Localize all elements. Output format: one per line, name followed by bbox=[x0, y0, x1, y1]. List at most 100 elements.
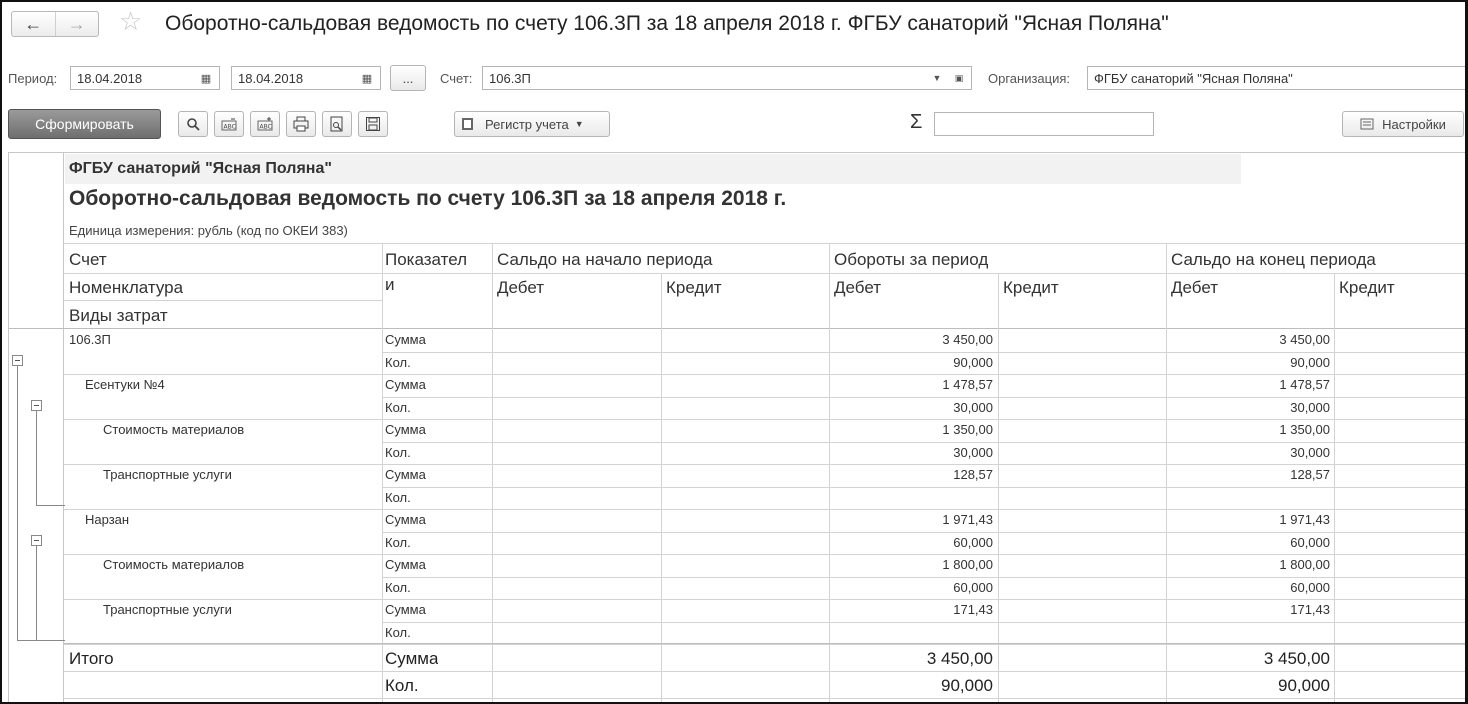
header-opening-balance: Сальдо на начало периода bbox=[497, 250, 713, 269]
col-sep-7 bbox=[1334, 273, 1335, 702]
row-turnover-debit-sum: 128,57 bbox=[953, 467, 993, 482]
row-divider bbox=[64, 464, 1465, 465]
save-button[interactable] bbox=[358, 111, 388, 137]
favorite-star-icon[interactable]: ☆ bbox=[119, 8, 142, 34]
window-title: Оборотно-сальдовая ведомость по счету 10… bbox=[165, 12, 1169, 35]
org-field[interactable]: ФГБУ санаторий "Ясная Поляна" bbox=[1087, 66, 1465, 90]
row-turnover-debit-sum: 1 800,00 bbox=[942, 557, 993, 572]
row-divider-inner bbox=[382, 397, 1465, 398]
account-field[interactable]: 106.3П bbox=[482, 66, 972, 90]
settings-button[interactable]: Настройки bbox=[1342, 111, 1464, 137]
header-indicator: Показател bbox=[385, 250, 468, 269]
arrow-right-icon: → bbox=[67, 13, 86, 34]
col-sep-1 bbox=[382, 243, 383, 702]
row-sum-label: Сумма bbox=[385, 557, 426, 572]
row-closing-debit-qty: 90,000 bbox=[1290, 355, 1330, 370]
generate-button[interactable]: Сформировать bbox=[8, 109, 161, 139]
settings-label: Настройки bbox=[1382, 116, 1446, 132]
tree-collapse-group1-icon[interactable] bbox=[31, 400, 42, 411]
row-turnover-debit-qty: 90,000 bbox=[953, 355, 993, 370]
tree-collapse-group2-icon[interactable] bbox=[31, 535, 42, 546]
calendar-to-icon[interactable]: ▦ bbox=[356, 67, 378, 89]
row-name[interactable]: Стоимость материалов bbox=[103, 422, 244, 437]
header-line-bottom bbox=[9, 328, 1465, 329]
row-turnover-debit-sum: 171,43 bbox=[953, 602, 993, 617]
expand-groups-button[interactable]: ABC bbox=[250, 111, 280, 137]
row-turnover-debit-qty: 30,000 bbox=[953, 445, 993, 460]
tree-line-root bbox=[17, 366, 18, 641]
header-opening-debit: Дебет bbox=[497, 278, 544, 297]
org-value: ФГБУ санаторий "Ясная Поляна" bbox=[1094, 71, 1293, 86]
row-name[interactable]: 106.3П bbox=[69, 332, 111, 347]
row-closing-debit-qty: 60,000 bbox=[1290, 580, 1330, 595]
row-sum-label: Сумма bbox=[385, 512, 426, 527]
row-sum-label: Сумма bbox=[385, 467, 426, 482]
tree-line-group1 bbox=[36, 411, 37, 506]
title-bar: ← → ☆ Оборотно-сальдовая ведомость по сч… bbox=[2, 2, 1465, 52]
expand-abc-icon: ABC bbox=[257, 117, 273, 131]
row-closing-debit-qty: 30,000 bbox=[1290, 400, 1330, 415]
header-closing-balance: Сальдо на конец периода bbox=[1171, 250, 1376, 269]
total-label: Итого bbox=[69, 649, 114, 668]
row-divider-inner bbox=[382, 532, 1465, 533]
tree-line-root-end bbox=[17, 640, 65, 641]
row-divider-inner bbox=[382, 622, 1465, 623]
collapse-groups-button[interactable]: ABC bbox=[214, 111, 244, 137]
total-line-top bbox=[64, 643, 1465, 644]
row-divider-inner bbox=[382, 577, 1465, 578]
row-name[interactable]: Стоимость материалов bbox=[103, 557, 244, 572]
total-line-bottom bbox=[64, 698, 1465, 699]
generate-label: Сформировать bbox=[35, 116, 134, 132]
search-button[interactable] bbox=[178, 111, 208, 137]
row-turnover-debit-sum: 1 350,00 bbox=[942, 422, 993, 437]
col-sep-5 bbox=[998, 273, 999, 702]
arrow-left-icon: ← bbox=[24, 13, 43, 34]
col-sep-6 bbox=[1166, 243, 1167, 702]
sum-field[interactable] bbox=[934, 112, 1154, 136]
account-value: 106.3П bbox=[489, 71, 531, 86]
forward-button[interactable]: → bbox=[54, 12, 99, 36]
row-name[interactable]: Нарзан bbox=[85, 512, 129, 527]
calendar-from-icon[interactable]: ▦ bbox=[195, 67, 217, 89]
period-select-button[interactable]: ... bbox=[390, 65, 426, 91]
row-turnover-debit-qty: 60,000 bbox=[953, 535, 993, 550]
preview-button[interactable] bbox=[322, 111, 352, 137]
row-qty-label: Кол. bbox=[385, 400, 411, 415]
row-closing-debit-qty: 30,000 bbox=[1290, 445, 1330, 460]
print-button[interactable] bbox=[286, 111, 316, 137]
tree-line-group1-end bbox=[36, 505, 65, 506]
report-sheet: ФГБУ санаторий "Ясная Поляна" Оборотно-с… bbox=[8, 152, 1465, 702]
row-closing-debit-sum: 1 800,00 bbox=[1279, 557, 1330, 572]
account-dropdown-icon[interactable]: ▼ bbox=[926, 67, 948, 89]
floppy-disk-icon bbox=[366, 117, 380, 131]
row-qty-label: Кол. bbox=[385, 355, 411, 370]
row-name[interactable]: Транспортные услуги bbox=[103, 467, 232, 482]
report-title: Оборотно-сальдовая ведомость по счету 10… bbox=[69, 187, 787, 210]
back-button[interactable]: ← bbox=[12, 12, 55, 36]
report-window: ← → ☆ Оборотно-сальдовая ведомость по сч… bbox=[0, 0, 1468, 704]
account-open-icon[interactable]: ▣ bbox=[948, 67, 970, 89]
total-closing-debit-qty: 90,000 bbox=[1278, 676, 1330, 695]
total-qty-label: Кол. bbox=[385, 676, 419, 695]
filter-row: Период: 18.04.2018 ▦ 18.04.2018 ▦ ... Сч… bbox=[2, 65, 1465, 92]
total-closing-debit-sum: 3 450,00 bbox=[1263, 649, 1330, 668]
row-turnover-debit-sum: 1 478,57 bbox=[942, 377, 993, 392]
sigma-icon: Σ bbox=[910, 111, 923, 133]
register-icon bbox=[462, 118, 473, 130]
row-name[interactable]: Есентуки №4 bbox=[85, 377, 165, 392]
header-nomenclature: Номенклатура bbox=[69, 278, 184, 297]
row-closing-debit-sum: 171,43 bbox=[1290, 602, 1330, 617]
row-divider bbox=[64, 374, 1465, 375]
ellipsis-label: ... bbox=[402, 70, 414, 86]
period-label: Период: bbox=[8, 71, 58, 86]
row-closing-debit-sum: 1 971,43 bbox=[1279, 512, 1330, 527]
tree-collapse-root-icon[interactable] bbox=[12, 355, 23, 366]
register-dropdown-button[interactable]: Регистр учета ▼ bbox=[454, 111, 610, 137]
row-sum-label: Сумма bbox=[385, 377, 426, 392]
header-cost-types: Виды затрат bbox=[69, 306, 168, 325]
row-turnover-debit-qty: 30,000 bbox=[953, 400, 993, 415]
header-line-2 bbox=[64, 300, 382, 301]
header-closing-debit: Дебет bbox=[1171, 278, 1218, 297]
row-name[interactable]: Транспортные услуги bbox=[103, 602, 232, 617]
row-divider-inner bbox=[382, 352, 1465, 353]
